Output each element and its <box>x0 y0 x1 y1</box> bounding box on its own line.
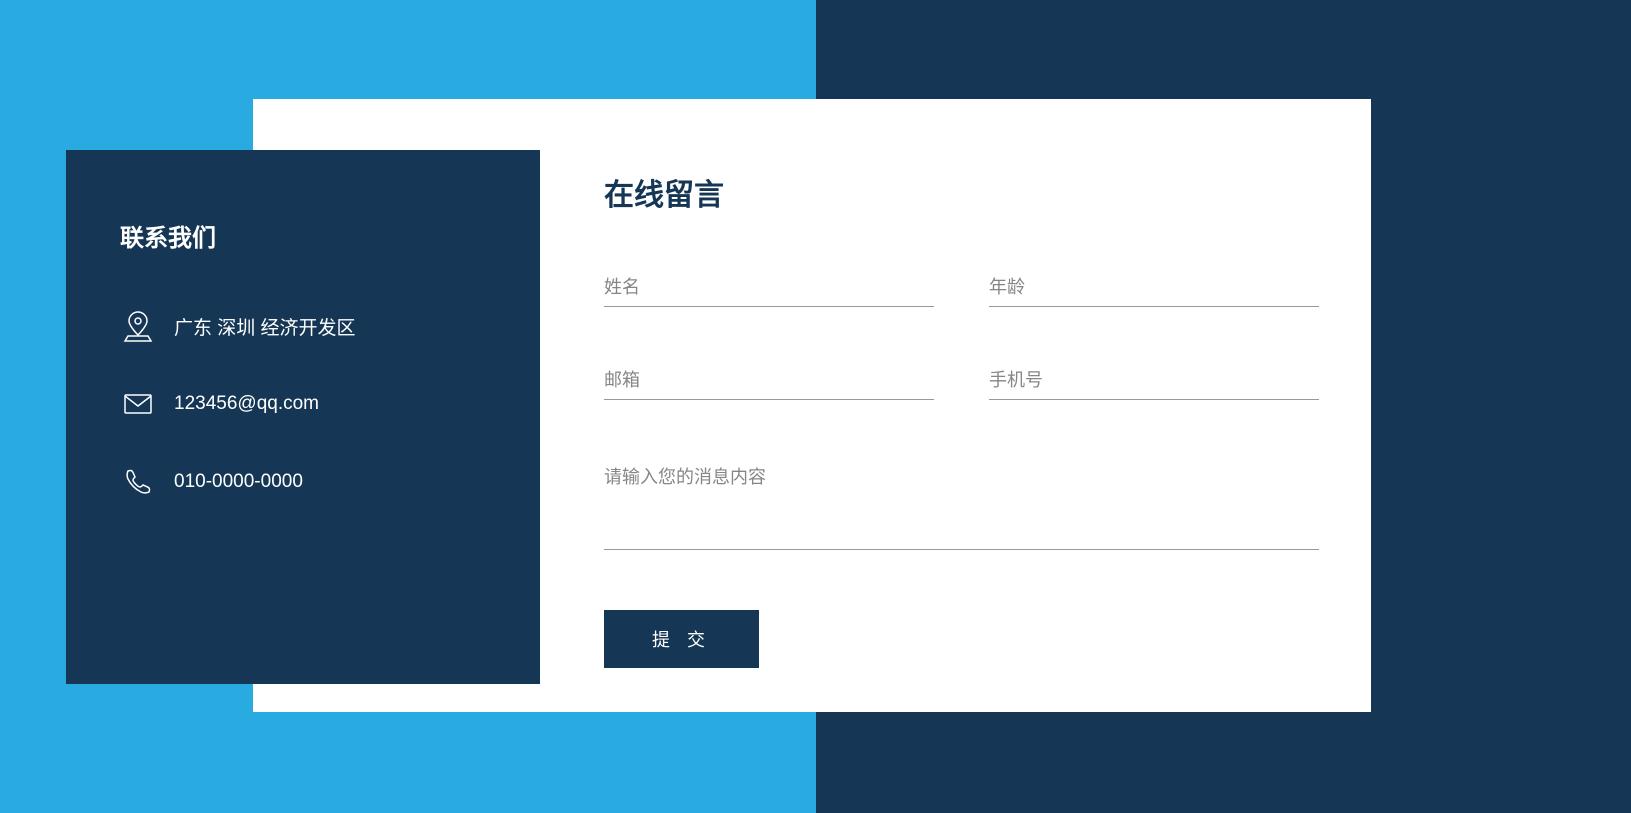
contact-phone-item: 010-0000-0000 <box>120 464 486 500</box>
contact-address-text: 广东 深圳 经济开发区 <box>174 313 356 340</box>
email-icon <box>120 386 156 422</box>
contact-title: 联系我们 <box>120 218 486 253</box>
message-form-section: 在线留言 提 交 <box>604 170 1319 668</box>
phone-input[interactable] <box>989 362 1319 400</box>
form-row-1 <box>604 269 1319 307</box>
contact-email-item: 123456@qq.com <box>120 386 486 422</box>
contact-address-item: 广东 深圳 经济开发区 <box>120 308 486 344</box>
contact-info-card: 联系我们 广东 深圳 经济开发区 123456@qq.com 010-000 <box>66 150 540 684</box>
phone-icon <box>120 464 156 500</box>
name-input[interactable] <box>604 269 934 307</box>
email-input[interactable] <box>604 362 934 400</box>
location-icon <box>120 308 156 344</box>
contact-email-text: 123456@qq.com <box>174 393 319 415</box>
contact-phone-text: 010-0000-0000 <box>174 471 303 493</box>
form-title: 在线留言 <box>604 170 1319 214</box>
submit-button[interactable]: 提 交 <box>604 610 759 668</box>
age-input[interactable] <box>989 269 1319 307</box>
message-textarea[interactable] <box>604 455 1319 550</box>
form-row-2 <box>604 362 1319 400</box>
